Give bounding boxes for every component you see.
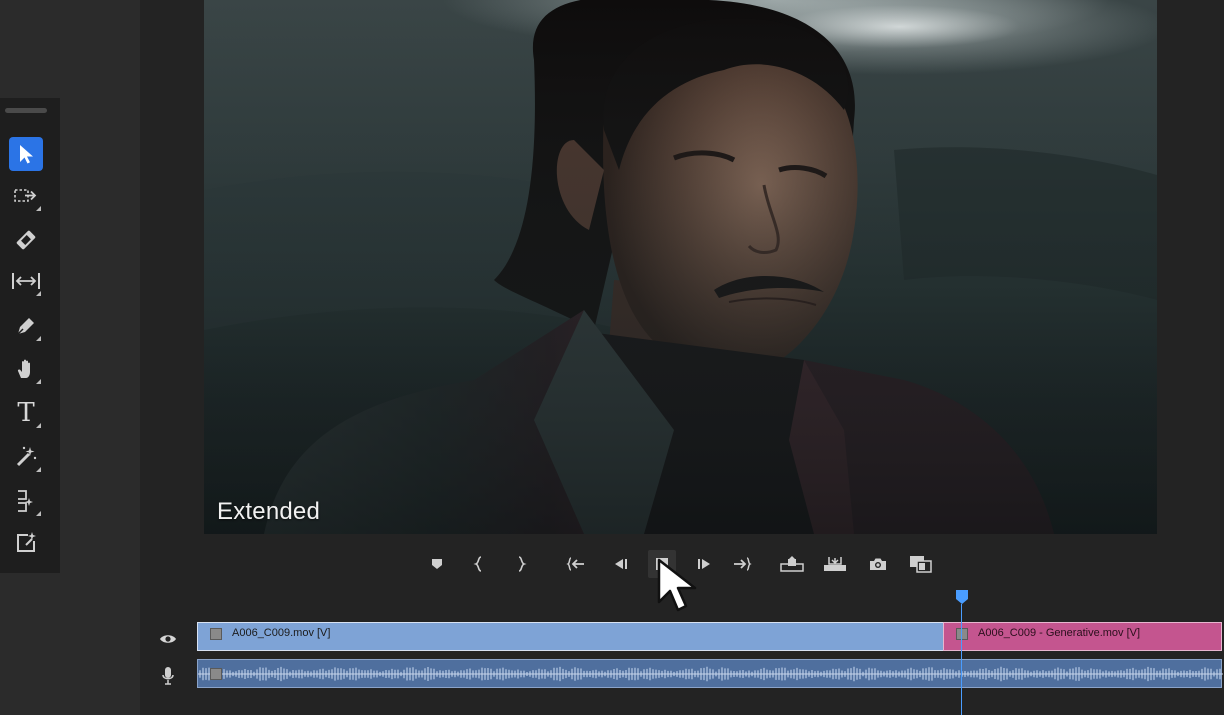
timeline-clip-generative[interactable]: A006_C009 - Generative.mov [V]	[943, 622, 1222, 651]
video-track-visibility-toggle[interactable]	[158, 630, 178, 648]
tool-flyout-indicator	[36, 206, 41, 211]
tool-flyout-indicator	[36, 291, 41, 296]
add-marker-button[interactable]	[423, 550, 451, 578]
lift-icon	[780, 556, 804, 572]
timeline-clip[interactable]: A006_C009.mov [V]	[197, 622, 944, 651]
eye-icon	[160, 635, 176, 643]
camera-icon	[870, 558, 886, 570]
hand-tool[interactable]	[9, 352, 43, 386]
slip-tool[interactable]	[9, 264, 43, 298]
tool-flyout-indicator	[36, 423, 41, 428]
program-monitor[interactable]: Extended	[204, 0, 1157, 534]
microphone-icon	[162, 667, 174, 685]
type-icon: T	[17, 398, 35, 428]
magic-wand-icon	[16, 446, 37, 467]
comparison-view-button[interactable]	[907, 550, 935, 578]
tool-flyout-indicator	[36, 511, 41, 516]
remix-icon	[18, 490, 33, 512]
video-frame-image	[204, 0, 1157, 534]
razor-icon	[16, 230, 36, 250]
slip-icon	[12, 273, 40, 289]
remix-tool[interactable]	[9, 484, 43, 518]
extract-button[interactable]	[821, 550, 849, 578]
mark-in-button[interactable]	[465, 550, 493, 578]
audio-waveform	[198, 666, 1223, 682]
mark-out-button[interactable]	[507, 550, 535, 578]
clip-name: A006_C009 - Generative.mov [V]	[978, 627, 1141, 639]
tool-flyout-indicator	[36, 379, 41, 384]
generative-badge-icon	[956, 628, 968, 640]
track-select-forward-tool[interactable]	[9, 179, 43, 213]
mark-out-icon	[518, 556, 527, 572]
clip-name: A006_C009.mov [V]	[232, 627, 331, 639]
razor-tool[interactable]	[9, 223, 43, 257]
generative-extend-label: Extended	[217, 498, 321, 525]
hand-icon	[17, 359, 30, 378]
track-select-icon	[14, 189, 37, 202]
mouse-cursor-icon	[657, 558, 697, 612]
fx-badge-icon	[210, 668, 222, 680]
step-back-button[interactable]	[606, 550, 634, 578]
export-frame-button[interactable]	[864, 550, 892, 578]
enhance-tool[interactable]	[9, 526, 43, 560]
audio-track-record-toggle[interactable]	[160, 666, 176, 686]
go-to-out-button[interactable]	[728, 550, 756, 578]
audio-clip[interactable]	[197, 659, 1223, 688]
premiere-workspace: T Extended A006_C009.mov [V] A006_C009 -…	[0, 0, 1224, 715]
mark-in-icon	[473, 556, 482, 572]
tool-flyout-indicator	[36, 467, 41, 472]
go-to-in-button[interactable]	[562, 550, 590, 578]
lift-button[interactable]	[778, 550, 806, 578]
pen-icon	[17, 318, 34, 335]
generative-extend-tool[interactable]	[9, 440, 43, 474]
playhead-handle[interactable]	[955, 589, 969, 605]
tools-panel-grip[interactable]	[5, 108, 47, 113]
marker-icon	[432, 559, 442, 569]
pen-tool[interactable]	[9, 309, 43, 343]
tools-panel: T	[0, 98, 60, 573]
type-tool[interactable]: T	[9, 396, 43, 430]
arrow-pointer-icon	[20, 145, 33, 164]
fx-badge-icon	[210, 628, 222, 640]
sparkle-frame-icon	[17, 532, 36, 552]
step-back-icon	[615, 559, 627, 569]
selection-tool[interactable]	[9, 137, 43, 171]
playhead-line	[961, 604, 962, 715]
go-to-in-icon	[566, 557, 584, 571]
extract-icon	[824, 557, 846, 571]
tool-flyout-indicator	[36, 336, 41, 341]
go-to-out-icon	[734, 557, 752, 571]
comparison-icon	[910, 556, 932, 573]
